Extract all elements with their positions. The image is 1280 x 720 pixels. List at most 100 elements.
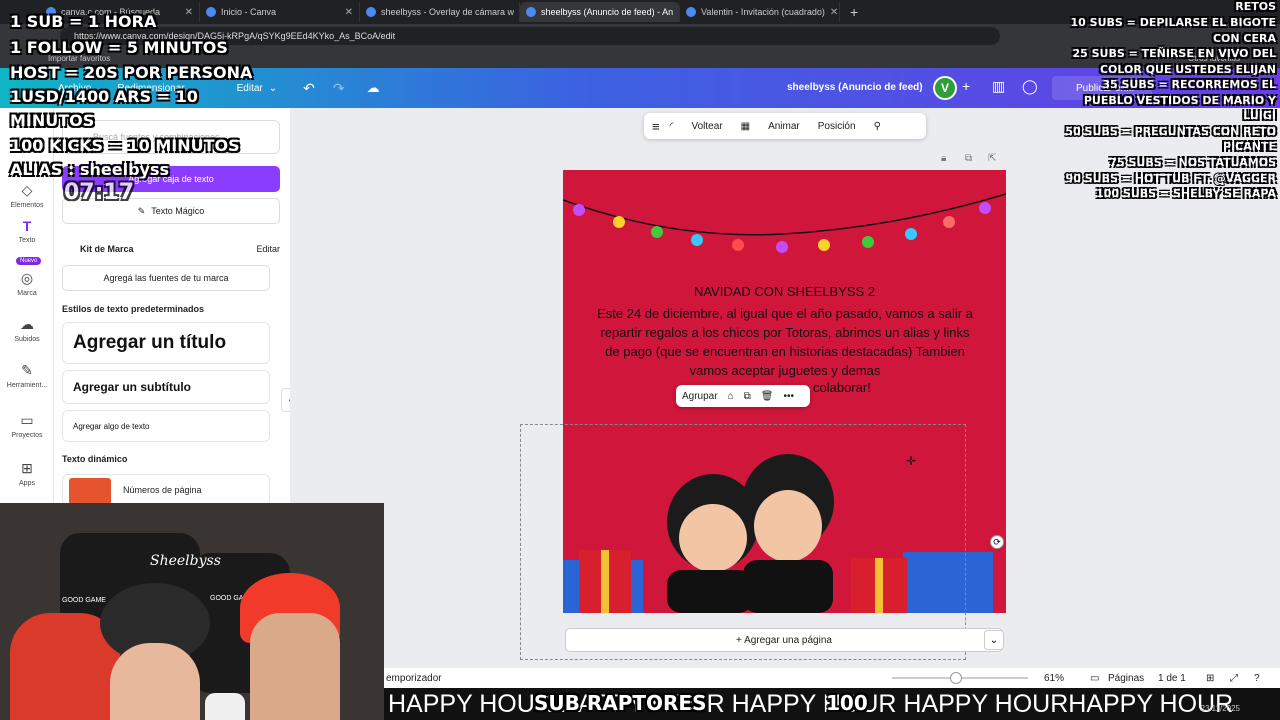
brand-edit-link[interactable]: Editar	[256, 244, 280, 254]
rail-brand[interactable]: ◎ Marca	[0, 270, 54, 297]
fullscreen-icon[interactable]: ⤢	[1230, 673, 1238, 684]
rail-apps[interactable]: ⊞ Apps	[0, 460, 54, 487]
paint-format-icon[interactable]: ⚲	[874, 121, 881, 132]
curve-icon[interactable]: ◜	[670, 121, 674, 132]
favicon-icon	[686, 7, 696, 17]
transparency-icon[interactable]: ▦	[741, 121, 750, 132]
status-bar: emporizador 61% ▭ Páginas 1 de 1 ⊞ ⤢ ?	[384, 668, 1280, 688]
chair-logo: Sheelbyss	[150, 553, 221, 569]
rail-label: Elementos	[10, 202, 44, 209]
chevron-down-icon[interactable]: ⌄	[269, 83, 277, 94]
rail-elements[interactable]: ◇ Elementos	[0, 182, 54, 209]
overlay-line: 25 SUBS = TEÑIRSE EN VIVO DEL	[1072, 47, 1276, 60]
design-body-end[interactable]: colaborar!	[813, 380, 871, 395]
overlay-line: PICANTE	[1223, 140, 1276, 153]
tab-label: Valentin - Invitación (cuadrado)	[701, 7, 825, 17]
close-icon[interactable]: ✕	[185, 7, 193, 18]
duplicate-icon[interactable]: ⧉	[965, 153, 972, 164]
selection-box[interactable]	[520, 424, 966, 660]
chevron-down-icon[interactable]: ⌄	[984, 630, 1004, 650]
new-tab-button[interactable]: +	[850, 4, 858, 20]
add-subtitle-card[interactable]: Agregar un subtítulo	[62, 370, 270, 404]
add-collaborator-icon[interactable]: +	[962, 78, 970, 94]
webcam-feed: Sheelbyss GOOD GAME GOOD GAME	[0, 503, 384, 720]
upload-icon: ☁	[20, 316, 34, 332]
element-toolbar: ≡ ◜ Voltear ▦ Animar Posición ⚲	[644, 113, 926, 139]
sub-counter: 100	[826, 691, 868, 715]
help-icon[interactable]: ?	[1254, 673, 1260, 684]
overlay-line: CON CERA	[1212, 32, 1276, 45]
close-icon[interactable]: ✕	[830, 7, 838, 18]
rail-text[interactable]: T Texto	[0, 218, 54, 244]
rail-label: Proyectos	[11, 432, 43, 439]
avatar[interactable]: V	[933, 76, 957, 100]
zoom-level[interactable]: 61%	[1044, 673, 1064, 684]
design-title[interactable]: NAVIDAD CON SHEELBYSS 2	[563, 284, 1006, 299]
add-page-label: + Agregar una página	[736, 634, 832, 646]
favicon-icon	[526, 7, 536, 17]
cursor-icon: ✛	[906, 454, 917, 468]
brand-fonts-button[interactable]: Agregá las fuentes de tu marca	[62, 265, 270, 291]
group-button[interactable]: Agrupar	[682, 391, 718, 402]
brand-kit-label: Kit de Marca	[80, 244, 134, 254]
undo-icon[interactable]: ↶	[303, 80, 315, 97]
overlay-line: 90 SUBS = HOT TUB FT. @VAGGER	[1065, 172, 1276, 185]
menu-icon[interactable]: ≡	[652, 119, 660, 134]
overlay-line: 35 SUBS = RECORREMOS EL	[1102, 78, 1276, 91]
page-numbers-card[interactable]: Números de página	[62, 474, 270, 506]
overlay-line: ALIAS : sheelbyss	[10, 160, 170, 179]
favicon-icon	[206, 7, 216, 17]
more-icon[interactable]: •••	[783, 391, 794, 402]
overlay-line: 1 SUB = 1 HORA	[10, 12, 157, 31]
add-title-card[interactable]: Agregar un título	[62, 322, 270, 364]
rail-tools[interactable]: ✎ Herramient...	[0, 362, 54, 389]
tools-icon: ✎	[21, 362, 33, 378]
add-body-card[interactable]: Agregar algo de texto	[62, 410, 270, 442]
rail-projects[interactable]: ▭ Proyectos	[0, 412, 54, 439]
timer-label[interactable]: emporizador	[386, 673, 442, 684]
tab-label: sheelbyss (Anuncio de feed) - An	[541, 7, 674, 17]
browser-tab[interactable]: sheelbyss - Overlay de cámara w✕	[360, 2, 520, 22]
browser-tab-active[interactable]: sheelbyss (Anuncio de feed) - An✕	[520, 2, 680, 22]
tab-label: sheelbyss - Overlay de cámara w	[381, 7, 515, 17]
browser-tab[interactable]: Valentin - Invitación (cuadrado) ✕	[680, 2, 840, 22]
page-count: 1 de 1	[1158, 672, 1186, 684]
magic-text-label: Texto Mágico	[151, 206, 205, 216]
rail-uploads[interactable]: ☁ Subidos	[0, 316, 54, 343]
new-badge: Nuevo	[16, 257, 42, 265]
comment-icon[interactable]: ◯	[1022, 78, 1038, 95]
close-icon[interactable]: ✕	[345, 7, 353, 18]
delete-icon[interactable]: 🗑︎	[761, 391, 774, 402]
flip-button[interactable]: Voltear	[691, 121, 722, 132]
group-toolbar: Agrupar ⌂ ⧉ 🗑︎ •••	[676, 385, 810, 407]
pages-button[interactable]: Páginas	[1108, 673, 1144, 684]
page-number-thumbnail	[69, 478, 111, 506]
add-page-button[interactable]: + Agregar una página	[565, 628, 1003, 652]
lock-icon[interactable]: ⌂	[728, 391, 734, 402]
rail-label: Texto	[18, 237, 36, 244]
position-button[interactable]: Posición	[818, 121, 856, 132]
lock-icon[interactable]: 🔒︎	[941, 153, 946, 164]
dynamic-text-heading: Texto dinámico	[62, 454, 128, 464]
default-styles-heading: Estilos de texto predeterminados	[62, 304, 205, 314]
overlay-line: HOST = 20S POR PERSONA	[10, 63, 253, 82]
rotate-handle-icon[interactable]: ⟳	[990, 535, 1004, 549]
cloud-save-icon[interactable]: ☁	[367, 80, 380, 96]
animate-button[interactable]: Animar	[768, 121, 800, 132]
redo-icon[interactable]: ↷	[333, 80, 345, 97]
zoom-slider-thumb[interactable]	[950, 672, 962, 684]
overlay-retos: RETOS	[1235, 0, 1276, 13]
duplicate-icon[interactable]: ⧉	[744, 391, 751, 402]
grid-view-icon[interactable]: ⊞	[1206, 673, 1214, 684]
sub-raptors-label: SUB RAPTORES	[534, 691, 707, 715]
tab-label: Inicio - Canva	[221, 7, 277, 17]
analytics-icon[interactable]: ▥	[992, 78, 1005, 95]
brand-icon: ◎	[20, 270, 34, 286]
document-title[interactable]: sheelbyss (Anuncio de feed)	[787, 82, 923, 93]
design-body[interactable]: Este 24 de diciembre, al igual que el añ…	[595, 304, 975, 380]
chair-label: GOOD GAME	[62, 597, 106, 604]
edit-menu[interactable]: Editar	[237, 83, 263, 94]
magic-wand-icon: ✎	[137, 205, 146, 216]
share-icon[interactable]: ⇱	[988, 153, 996, 164]
browser-tab[interactable]: Inicio - Canva ✕	[200, 2, 360, 22]
